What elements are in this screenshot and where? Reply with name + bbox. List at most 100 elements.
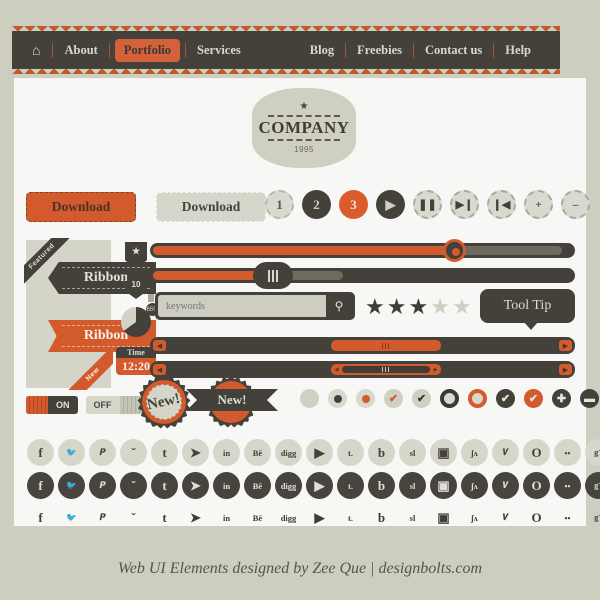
rating-star-2[interactable]: ★ xyxy=(387,294,407,320)
linkedin-icon[interactable]: in xyxy=(213,504,240,531)
linkedin-icon[interactable]: in xyxy=(213,472,240,499)
radio-filled-orange[interactable] xyxy=(356,389,375,408)
page-button-3[interactable]: 3 xyxy=(339,190,368,219)
rss-icon[interactable]: ˇ xyxy=(120,472,147,499)
scroll-thumb[interactable] xyxy=(331,340,442,351)
googleplus-icon[interactable]: g⁺ xyxy=(585,504,600,531)
behance-icon[interactable]: Bē xyxy=(244,439,271,466)
tumblr-icon[interactable]: t xyxy=(151,472,178,499)
slideshare-icon[interactable]: sl xyxy=(399,504,426,531)
nav-item-blog[interactable]: Blog xyxy=(299,43,345,58)
aboutme-icon[interactable]: ➤ xyxy=(182,472,209,499)
behance-icon[interactable]: Bē xyxy=(244,504,271,531)
search-input[interactable] xyxy=(158,295,326,317)
nav-item-freebies[interactable]: Freebies xyxy=(346,43,413,58)
tumblr-dot-icon[interactable]: t. xyxy=(337,439,364,466)
radio-empty-light[interactable] xyxy=(300,389,319,408)
flickr-squares-icon[interactable]: ▣ xyxy=(430,439,457,466)
minus-button[interactable]: – xyxy=(561,190,590,219)
check-light-orange[interactable]: ✔ xyxy=(384,389,403,408)
slideshare-icon[interactable]: sl xyxy=(399,472,426,499)
toggle-on[interactable]: ON xyxy=(26,396,78,414)
scroll-left-arrow-icon[interactable]: ◀ xyxy=(153,364,166,375)
digg-icon[interactable]: digg xyxy=(275,504,302,531)
download-primary-button[interactable]: Download xyxy=(26,192,136,222)
slider-grip-handle[interactable] xyxy=(150,262,575,289)
facebook-icon[interactable]: f xyxy=(27,504,54,531)
count-pin-badge[interactable]: 10 xyxy=(126,276,146,299)
nav-item-services[interactable]: Services xyxy=(186,43,252,58)
youtube-icon[interactable]: ▶ xyxy=(306,504,333,531)
scroll-left-arrow-icon[interactable]: ◀ xyxy=(153,340,166,351)
ring-orange[interactable] xyxy=(468,389,487,408)
facebook-icon[interactable]: f xyxy=(27,439,54,466)
aboutme-icon[interactable]: ➤ xyxy=(182,439,209,466)
search-box[interactable]: ⚲ xyxy=(155,292,355,320)
vimeo-icon[interactable]: 𝑽 xyxy=(492,472,519,499)
orkut-icon[interactable]: O xyxy=(523,439,550,466)
youtube-icon[interactable]: ▶ xyxy=(306,472,333,499)
rating-star-3[interactable]: ★ xyxy=(408,294,428,320)
prev-track-button[interactable]: ❙◀ xyxy=(487,190,516,219)
flickr-squares-icon[interactable]: ▣ xyxy=(430,472,457,499)
plus-button[interactable]: + xyxy=(524,190,553,219)
slider-1-handle[interactable] xyxy=(443,239,466,262)
pinterest-icon[interactable]: 𝑷 xyxy=(89,472,116,499)
pinterest-icon[interactable]: 𝑷 xyxy=(89,439,116,466)
rating-star-1[interactable]: ★ xyxy=(365,294,385,320)
rating-star-4[interactable]: ★ xyxy=(430,294,450,320)
scroll-track[interactable]: ◀ ▶ xyxy=(166,364,559,375)
nav-item-about[interactable]: About xyxy=(53,43,108,58)
tumblr-dot-icon[interactable]: t. xyxy=(337,504,364,531)
page-button-2[interactable]: 2 xyxy=(302,190,331,219)
check-dark[interactable]: ✔ xyxy=(496,389,515,408)
scrollbar-simple[interactable]: ◀ ▶ xyxy=(150,337,575,354)
pinterest-icon[interactable]: 𝑷 xyxy=(89,504,116,531)
plus-dark[interactable]: ✚ xyxy=(552,389,571,408)
twitter-icon[interactable]: 🐦 xyxy=(58,472,85,499)
slideshare-icon[interactable]: sl xyxy=(399,439,426,466)
radio-filled-dark[interactable] xyxy=(328,389,347,408)
googleplus-icon[interactable]: g⁺ xyxy=(585,439,600,466)
slider-2-handle[interactable] xyxy=(253,262,293,289)
youtube-icon[interactable]: ▶ xyxy=(306,439,333,466)
rss-icon[interactable]: ˇ xyxy=(120,439,147,466)
googleplus-icon[interactable]: g⁺ xyxy=(585,472,600,499)
twitter-icon[interactable]: 🐦 xyxy=(58,439,85,466)
slider-round-handle[interactable] xyxy=(150,239,575,262)
star-pin-icon[interactable]: ★ xyxy=(125,242,147,268)
scroll-thumb[interactable]: ◀ ▶ xyxy=(331,364,442,375)
check-light-dark[interactable]: ✔ xyxy=(412,389,431,408)
tumblr-dot-icon[interactable]: t. xyxy=(337,472,364,499)
linkedin-icon[interactable]: in xyxy=(213,439,240,466)
ring-dark[interactable] xyxy=(440,389,459,408)
stumbleupon-icon[interactable]: ʃʌ xyxy=(461,504,488,531)
play-button[interactable]: ▶ xyxy=(376,190,405,219)
nav-item-portfolio[interactable]: Portfolio xyxy=(114,38,181,62)
tumblr-icon[interactable]: t xyxy=(151,439,178,466)
blogger-icon[interactable]: b xyxy=(368,439,395,466)
rss-icon[interactable]: ˇ xyxy=(120,504,147,531)
nav-item-help[interactable]: Help xyxy=(494,43,542,58)
scroll-thumb-left-arrow-icon[interactable]: ◀ xyxy=(333,366,341,373)
check-orange[interactable]: ✔ xyxy=(524,389,543,408)
tumblr-icon[interactable]: t xyxy=(151,504,178,531)
nav-item-contact-us[interactable]: Contact us xyxy=(414,43,493,58)
scroll-track[interactable] xyxy=(166,340,559,351)
download-secondary-button[interactable]: Download xyxy=(156,192,266,222)
behance-icon[interactable]: Bē xyxy=(244,472,271,499)
aboutme-icon[interactable]: ➤ xyxy=(182,504,209,531)
search-icon[interactable]: ⚲ xyxy=(326,295,352,317)
digg-icon[interactable]: digg xyxy=(275,472,302,499)
orkut-icon[interactable]: O xyxy=(523,504,550,531)
scroll-thumb-right-arrow-icon[interactable]: ▶ xyxy=(432,366,440,373)
vimeo-icon[interactable]: 𝑽 xyxy=(492,504,519,531)
orkut-icon[interactable]: O xyxy=(523,472,550,499)
stumbleupon-icon[interactable]: ʃʌ xyxy=(461,439,488,466)
toggle-off[interactable]: OFF xyxy=(85,396,142,414)
home-icon[interactable]: ⌂ xyxy=(28,42,52,58)
scroll-right-arrow-icon[interactable]: ▶ xyxy=(559,364,572,375)
star-rating[interactable]: ★ ★ ★ ★ ★ xyxy=(365,294,472,320)
flickr-dots-icon[interactable]: •• xyxy=(554,472,581,499)
flickr-dots-icon[interactable]: •• xyxy=(554,439,581,466)
